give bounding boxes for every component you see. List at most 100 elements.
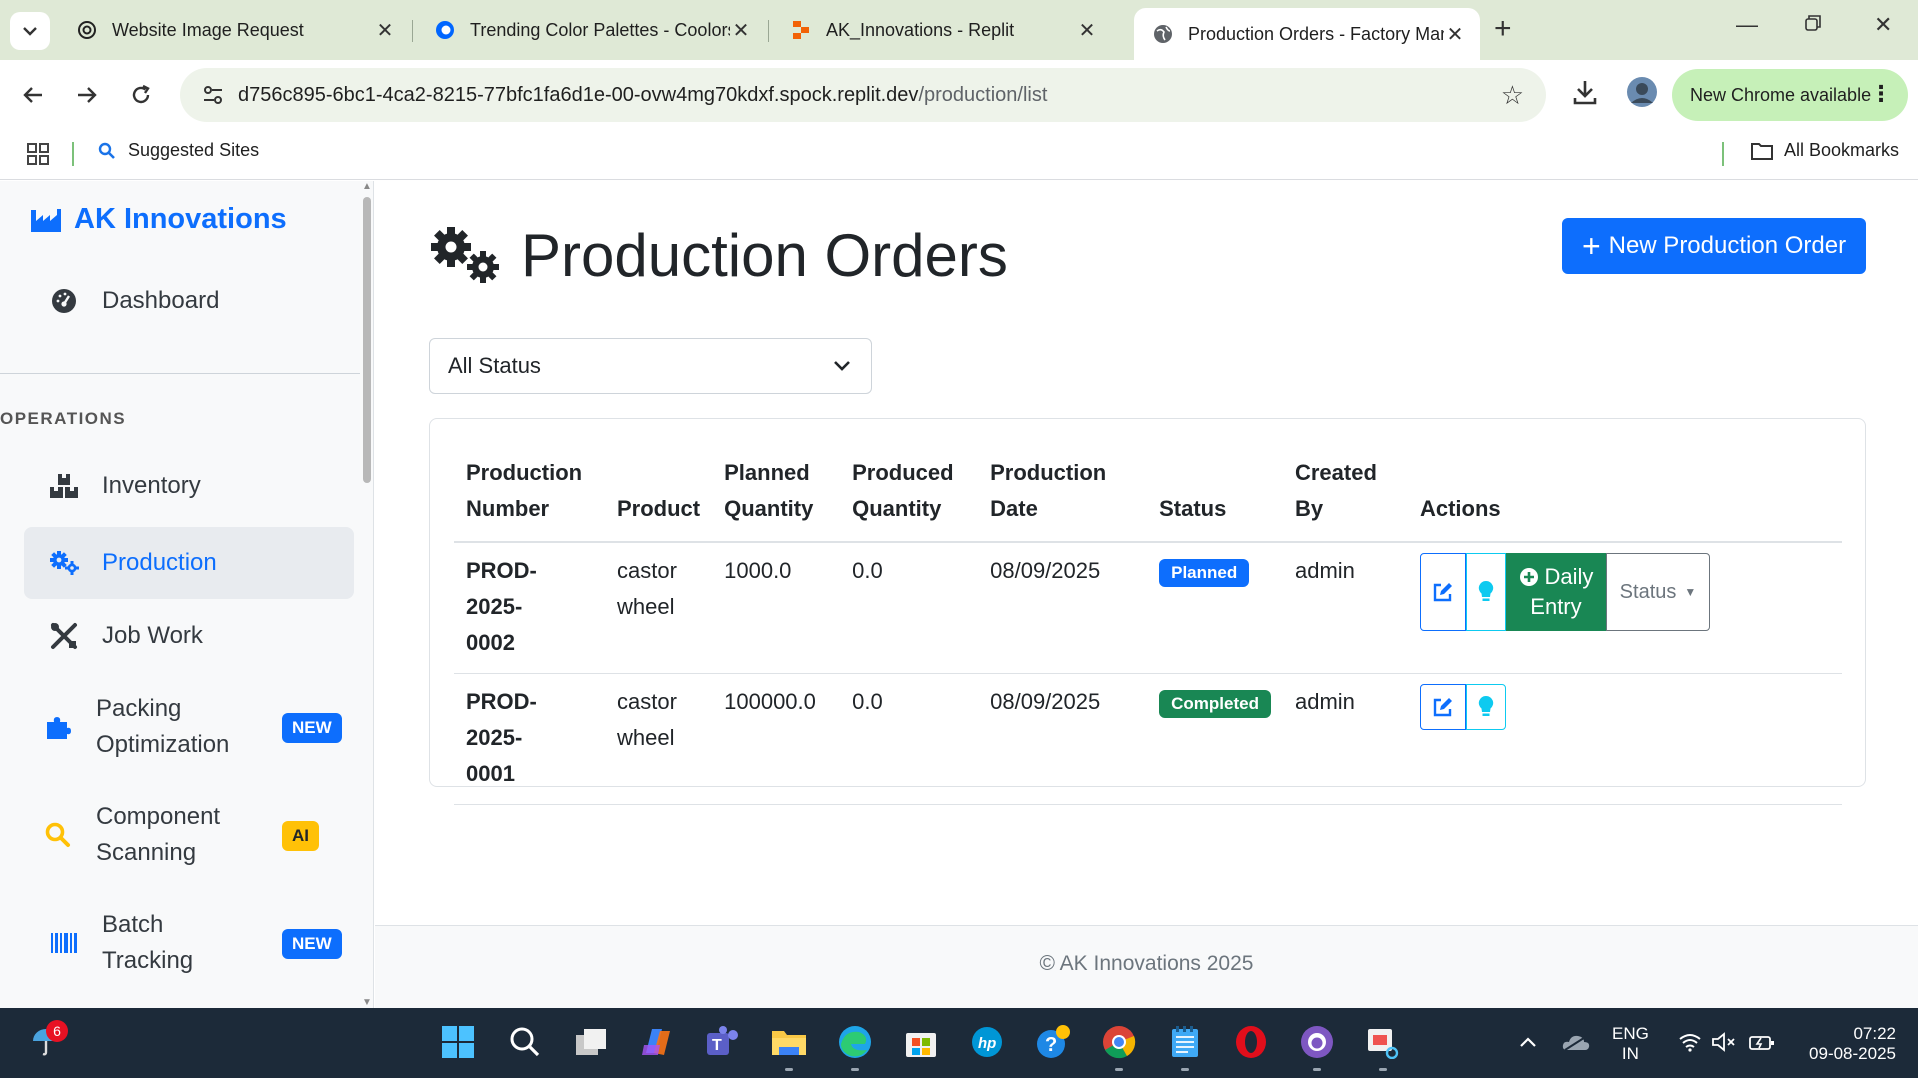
button-label: New Production Order xyxy=(1608,232,1847,259)
tab-website-image-request[interactable]: Website Image Request ✕ xyxy=(58,8,410,52)
sidebar-item-label: Inventory xyxy=(102,472,201,499)
status-badge: Completed xyxy=(1159,690,1271,718)
brand-name: AK Innovations xyxy=(74,203,287,235)
notepad-app[interactable] xyxy=(1165,1022,1205,1062)
page-title: Production Orders xyxy=(429,221,1008,290)
language-indicator[interactable]: ENG IN xyxy=(1612,1024,1649,1064)
column-header: Actions xyxy=(1407,455,1842,543)
profile-avatar[interactable] xyxy=(1626,76,1658,113)
openai-icon xyxy=(76,19,98,41)
snipping-tool-app[interactable] xyxy=(1363,1022,1403,1062)
task-view-button[interactable] xyxy=(571,1022,611,1062)
microsoft-store-app[interactable] xyxy=(901,1022,941,1062)
address-bar[interactable]: d756c895-6bc1-4ca2-8215-77bfc1fa6d1e-00-… xyxy=(180,68,1546,122)
daily-entry-button[interactable]: Daily Entry xyxy=(1505,553,1606,631)
insights-button[interactable] xyxy=(1465,553,1506,631)
edit-button[interactable] xyxy=(1419,553,1466,631)
new-chrome-available-button[interactable]: New Chrome available ⋮ xyxy=(1672,69,1908,121)
sidebar-item-batch-tracking[interactable]: Batch Tracking NEW xyxy=(24,893,354,993)
sidebar-section-heading: OPERATIONS xyxy=(0,409,127,428)
production-orders-card: Production Number Product Planned Quantity… xyxy=(429,418,1866,805)
sidebar-item-inventory[interactable]: Inventory xyxy=(24,455,354,517)
bookmark-star-icon[interactable]: ☆ xyxy=(1501,80,1524,111)
product-cell: castor wheel xyxy=(605,673,713,805)
all-bookmarks-button[interactable]: All Bookmarks xyxy=(1750,140,1899,161)
forward-button[interactable] xyxy=(70,78,104,112)
tab-coolors[interactable]: Trending Color Palettes - Coolors ✕ xyxy=(416,8,766,52)
sidebar-item-job-work[interactable]: Job Work xyxy=(24,601,354,671)
close-tab-icon[interactable]: ✕ xyxy=(730,18,752,43)
github-app[interactable] xyxy=(1297,1022,1337,1062)
volume-muted-icon[interactable] xyxy=(1704,1022,1744,1062)
teams-icon: T xyxy=(707,1026,738,1055)
production-number[interactable]: PROD-2025- 0001 xyxy=(454,673,605,805)
site-info-icon[interactable] xyxy=(188,85,238,105)
new-production-order-button[interactable]: + New Production Order xyxy=(1562,218,1866,274)
plus-circle-icon xyxy=(1519,568,1538,586)
main-content: Production Orders + New Production Order… xyxy=(375,181,1918,1008)
close-window-button[interactable]: ✕ xyxy=(1874,12,1892,38)
status-filter-select[interactable]: All Status xyxy=(429,338,872,394)
close-tab-icon[interactable]: ✕ xyxy=(1444,22,1466,47)
start-button[interactable] xyxy=(438,1022,478,1062)
reload-button[interactable] xyxy=(124,78,158,112)
battery-icon[interactable] xyxy=(1742,1022,1782,1062)
store-icon xyxy=(906,1033,936,1057)
bookmark-suggested-sites[interactable]: Suggested Sites xyxy=(98,140,259,161)
tab-replit[interactable]: AK_Innovations - Replit ✕ xyxy=(772,8,1112,52)
chevron-down-icon xyxy=(834,361,850,371)
minimize-window-button[interactable]: — xyxy=(1736,12,1758,38)
back-button[interactable] xyxy=(16,78,50,112)
chevron-up-icon xyxy=(1520,1037,1536,1047)
production-number[interactable]: PROD-2025- 0002 xyxy=(454,542,605,674)
chevron-down-icon xyxy=(23,27,37,36)
caret-down-icon: ▼ xyxy=(1684,585,1697,599)
show-hidden-icons-button[interactable] xyxy=(1508,1022,1548,1062)
new-tab-button[interactable]: + xyxy=(1494,12,1512,46)
tab-title: AK_Innovations - Replit xyxy=(826,19,1015,40)
running-indicator xyxy=(1181,1068,1189,1071)
copilot-app[interactable] xyxy=(637,1022,677,1062)
tab-search-button[interactable] xyxy=(10,12,50,50)
sidebar-item-packing-optimization[interactable]: Packing Optimization NEW xyxy=(24,677,354,777)
teams-app[interactable]: T xyxy=(703,1022,743,1062)
download-icon[interactable] xyxy=(1572,78,1598,111)
chrome-app[interactable] xyxy=(1099,1022,1139,1062)
file-explorer-app[interactable] xyxy=(769,1022,809,1062)
search-button[interactable] xyxy=(505,1022,545,1062)
bookmarks-bar: Suggested Sites All Bookmarks xyxy=(0,130,1918,180)
browser-tab-strip: Website Image Request ✕ Trending Color P… xyxy=(0,0,1918,60)
scroll-up-icon[interactable]: ▲ xyxy=(362,181,372,192)
sidebar-scrollbar[interactable]: ▲ ▼ xyxy=(362,181,372,1008)
barcode-icon xyxy=(40,931,88,955)
close-tab-icon[interactable]: ✕ xyxy=(1076,18,1098,43)
restore-window-button[interactable] xyxy=(1804,12,1822,38)
more-menu-icon[interactable]: ⋮ xyxy=(1870,81,1892,107)
opera-app[interactable] xyxy=(1231,1022,1271,1062)
edit-button[interactable] xyxy=(1419,684,1466,730)
hp-icon: hp xyxy=(972,1027,1002,1057)
sidebar-item-component-scanning[interactable]: Component Scanning AI xyxy=(24,785,354,885)
actions-cell: Daily Entry Status ▼ xyxy=(1407,542,1842,674)
status-dropdown-button[interactable]: Status ▼ xyxy=(1605,553,1710,631)
sidebar-item-dashboard[interactable]: Dashboard xyxy=(24,271,354,331)
search-icon xyxy=(510,1027,540,1057)
folder-icon xyxy=(1751,142,1773,160)
brand-logo[interactable]: AK Innovations xyxy=(30,203,287,236)
insights-button[interactable] xyxy=(1465,684,1506,730)
apps-grid-icon[interactable] xyxy=(26,142,50,171)
scroll-down-icon[interactable]: ▼ xyxy=(362,997,372,1008)
status-cell: Completed xyxy=(1147,673,1283,805)
arrow-left-icon xyxy=(23,87,42,103)
help-app[interactable]: ? xyxy=(1033,1022,1073,1062)
running-indicator xyxy=(1313,1068,1321,1071)
close-tab-icon[interactable]: ✕ xyxy=(374,18,396,43)
help-icon: ? xyxy=(1037,1025,1070,1058)
tab-production-orders[interactable]: Production Orders - Factory Management ✕ xyxy=(1134,8,1480,60)
onedrive-icon[interactable] xyxy=(1556,1022,1596,1062)
edge-app[interactable] xyxy=(835,1022,875,1062)
scrollbar-thumb[interactable] xyxy=(363,197,371,483)
sidebar-item-production[interactable]: Production xyxy=(24,527,354,599)
clock[interactable]: 07:22 09-08-2025 xyxy=(1796,1024,1896,1064)
hp-app[interactable]: hp xyxy=(967,1022,1007,1062)
